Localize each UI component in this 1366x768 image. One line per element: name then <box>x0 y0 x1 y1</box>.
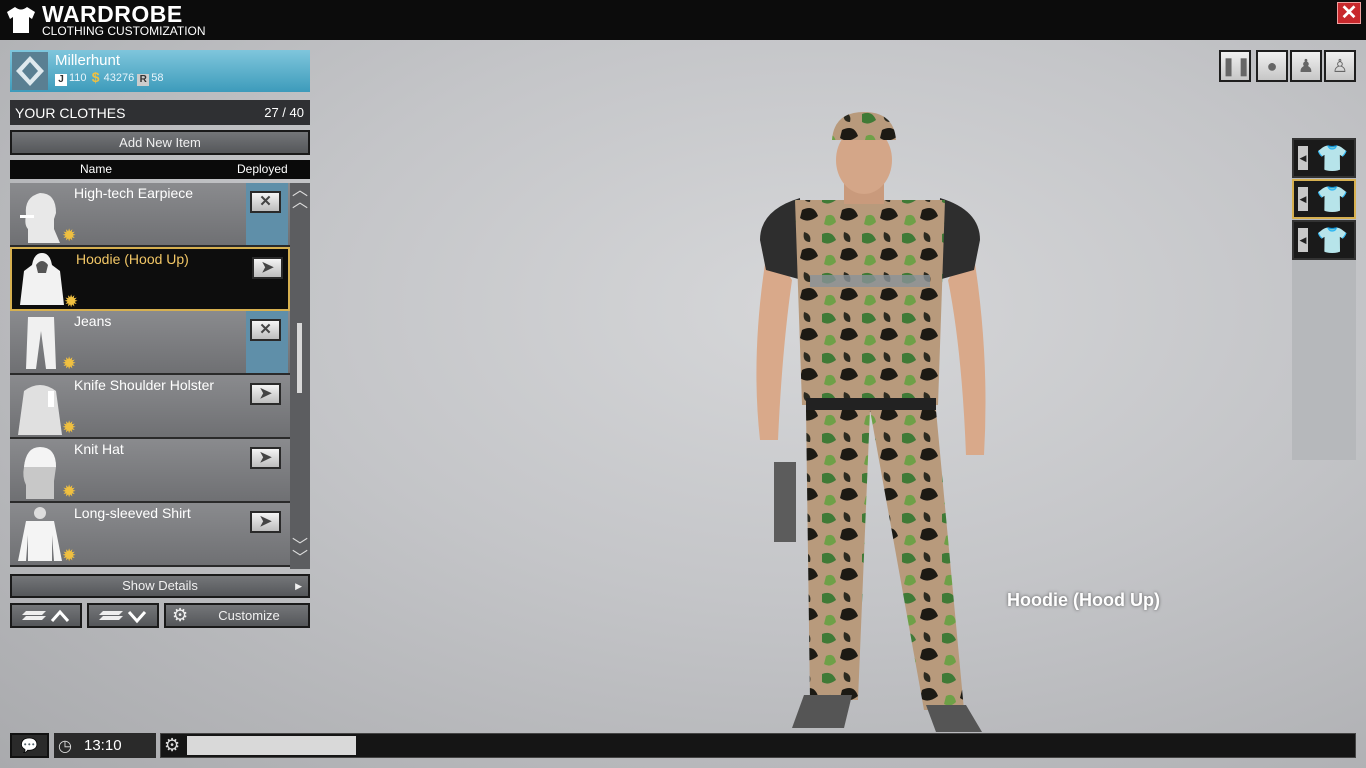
j-icon: J <box>55 74 67 86</box>
clock-time: 13:10 <box>84 737 122 754</box>
remove-button[interactable]: ✕ <box>250 191 281 213</box>
player-name: Millerhunt <box>55 52 121 69</box>
scroll-thumb[interactable] <box>297 323 302 393</box>
gear-icon: ⚙ <box>164 735 181 755</box>
add-new-item-button[interactable]: Add New Item <box>10 130 310 155</box>
list-item[interactable]: ✹ High-tech Earpiece ✕ <box>10 183 290 247</box>
tshirt-icon: 👕 <box>1316 143 1349 173</box>
item-label: Jeans <box>74 313 112 329</box>
move-up-button[interactable] <box>10 603 82 628</box>
list-item[interactable]: ✹ Jeans ✕ <box>10 311 290 375</box>
title-bar: WARDROBE CLOTHING CUSTOMIZATION ✕ <box>0 0 1366 40</box>
clothes-count: 27 / 40 <box>264 105 304 120</box>
pause-button[interactable]: ❚❚ <box>1219 50 1251 82</box>
money-value: 43276 <box>103 72 135 84</box>
item-label: Long-sleeved Shirt <box>74 505 191 521</box>
gear-icon: ✹ <box>62 418 77 437</box>
list-item[interactable]: ✹ Knit Hat ➤ <box>10 439 290 503</box>
player-stats: J 110 $43276 R 58 <box>55 69 164 86</box>
loading-progress <box>187 736 356 755</box>
emblem-icon <box>12 52 48 90</box>
item-label: Knit Hat <box>74 441 124 457</box>
stat-value: 110 <box>69 72 87 84</box>
deploy-button[interactable]: ➤ <box>250 447 281 469</box>
outfit-slot-active[interactable]: ◀ 👕 <box>1292 179 1356 219</box>
column-name: Name <box>80 162 113 176</box>
list-item[interactable]: ✹ Long-sleeved Shirt ➤ <box>10 503 290 567</box>
torso-view-icon[interactable]: ♟ <box>1290 50 1322 82</box>
character-model[interactable] <box>740 110 1000 735</box>
remove-button[interactable]: ✕ <box>250 319 281 341</box>
dollar-icon: $ <box>91 69 100 85</box>
close-button[interactable]: ✕ <box>1337 2 1361 24</box>
outfit-slot-panel: ◀ 👕 ◀ 👕 ◀ 👕 <box>1292 138 1356 460</box>
stack-down-icon <box>99 611 147 624</box>
tshirt-icon: 👕 <box>1316 184 1349 214</box>
gear-icon: ✹ <box>62 482 77 501</box>
slot-arrow-icon[interactable]: ◀ <box>1298 228 1308 252</box>
gear-icon: ✹ <box>62 354 77 373</box>
hoodie-icon <box>20 253 64 305</box>
head-view-icon[interactable]: ● <box>1256 50 1288 82</box>
jeans-icon <box>26 317 56 369</box>
full-body-view-icon[interactable]: ♙ <box>1324 50 1356 82</box>
list-scrollbar[interactable]: ︿ ︿ ﹀ ﹀ <box>290 183 310 569</box>
clothes-header: YOUR CLOTHES 27 / 40 <box>10 100 310 125</box>
long-sleeved-shirt-icon <box>18 507 62 561</box>
scroll-down-icon[interactable]: ﹀ ﹀ <box>291 539 309 567</box>
clock-icon: ◷ <box>58 738 72 755</box>
clock: ◷ 13:10 <box>54 733 156 758</box>
deploy-button[interactable]: ➤ <box>252 257 283 279</box>
preview-item-label: Hoodie (Hood Up) <box>1007 590 1160 610</box>
knit-hat-icon <box>23 447 56 499</box>
item-label: Hoodie (Hood Up) <box>76 251 189 267</box>
gear-icon: ✹ <box>62 226 77 245</box>
chat-icon[interactable]: 💬 <box>10 733 49 758</box>
player-profile: Millerhunt J 110 $43276 R 58 <box>10 50 310 92</box>
slot-arrow-icon[interactable]: ◀ <box>1298 146 1308 170</box>
customize-label: Customize <box>218 608 280 623</box>
app-subtitle: CLOTHING CUSTOMIZATION <box>42 24 206 38</box>
outfit-slot[interactable]: ◀ 👕 <box>1292 138 1356 178</box>
customize-button[interactable]: ⚙ Customize <box>164 603 310 628</box>
move-down-button[interactable] <box>87 603 159 628</box>
chevron-right-icon: ▶ <box>295 581 302 591</box>
slot-arrow-icon[interactable]: ◀ <box>1298 187 1308 211</box>
item-label: Knife Shoulder Holster <box>74 377 215 393</box>
list-item-selected[interactable]: ✹ Hoodie (Hood Up) ➤ <box>10 247 290 311</box>
clothes-title: YOUR CLOTHES <box>15 105 126 121</box>
tshirt-icon <box>7 7 35 33</box>
clothes-list: ✹ High-tech Earpiece ✕ ✹ Hoodie (Hood Up… <box>10 183 290 569</box>
deploy-button[interactable]: ➤ <box>250 511 281 533</box>
tshirt-icon: 👕 <box>1316 225 1349 255</box>
show-details-label: Show Details <box>122 578 198 593</box>
earpiece-icon <box>20 193 60 243</box>
show-details-button[interactable]: Show Details ▶ <box>10 574 310 598</box>
rank-value: 58 <box>151 72 164 84</box>
loading-bar: ⚙ <box>160 733 1356 758</box>
scroll-up-icon[interactable]: ︿ ︿ <box>291 183 309 211</box>
gear-icon: ✹ <box>64 292 79 311</box>
column-deployed: Deployed <box>237 162 288 176</box>
list-item[interactable]: ✹ Knife Shoulder Holster ➤ <box>10 375 290 439</box>
stack-up-icon <box>22 609 70 622</box>
gear-icon: ⚙ <box>172 605 189 625</box>
column-header: Name Deployed <box>10 160 310 179</box>
outfit-slot[interactable]: ◀ 👕 <box>1292 220 1356 260</box>
r-icon: R <box>137 74 150 86</box>
deploy-button[interactable]: ➤ <box>250 383 281 405</box>
holster-icon <box>18 385 62 435</box>
gear-icon: ✹ <box>62 546 77 565</box>
item-label: High-tech Earpiece <box>74 185 194 201</box>
